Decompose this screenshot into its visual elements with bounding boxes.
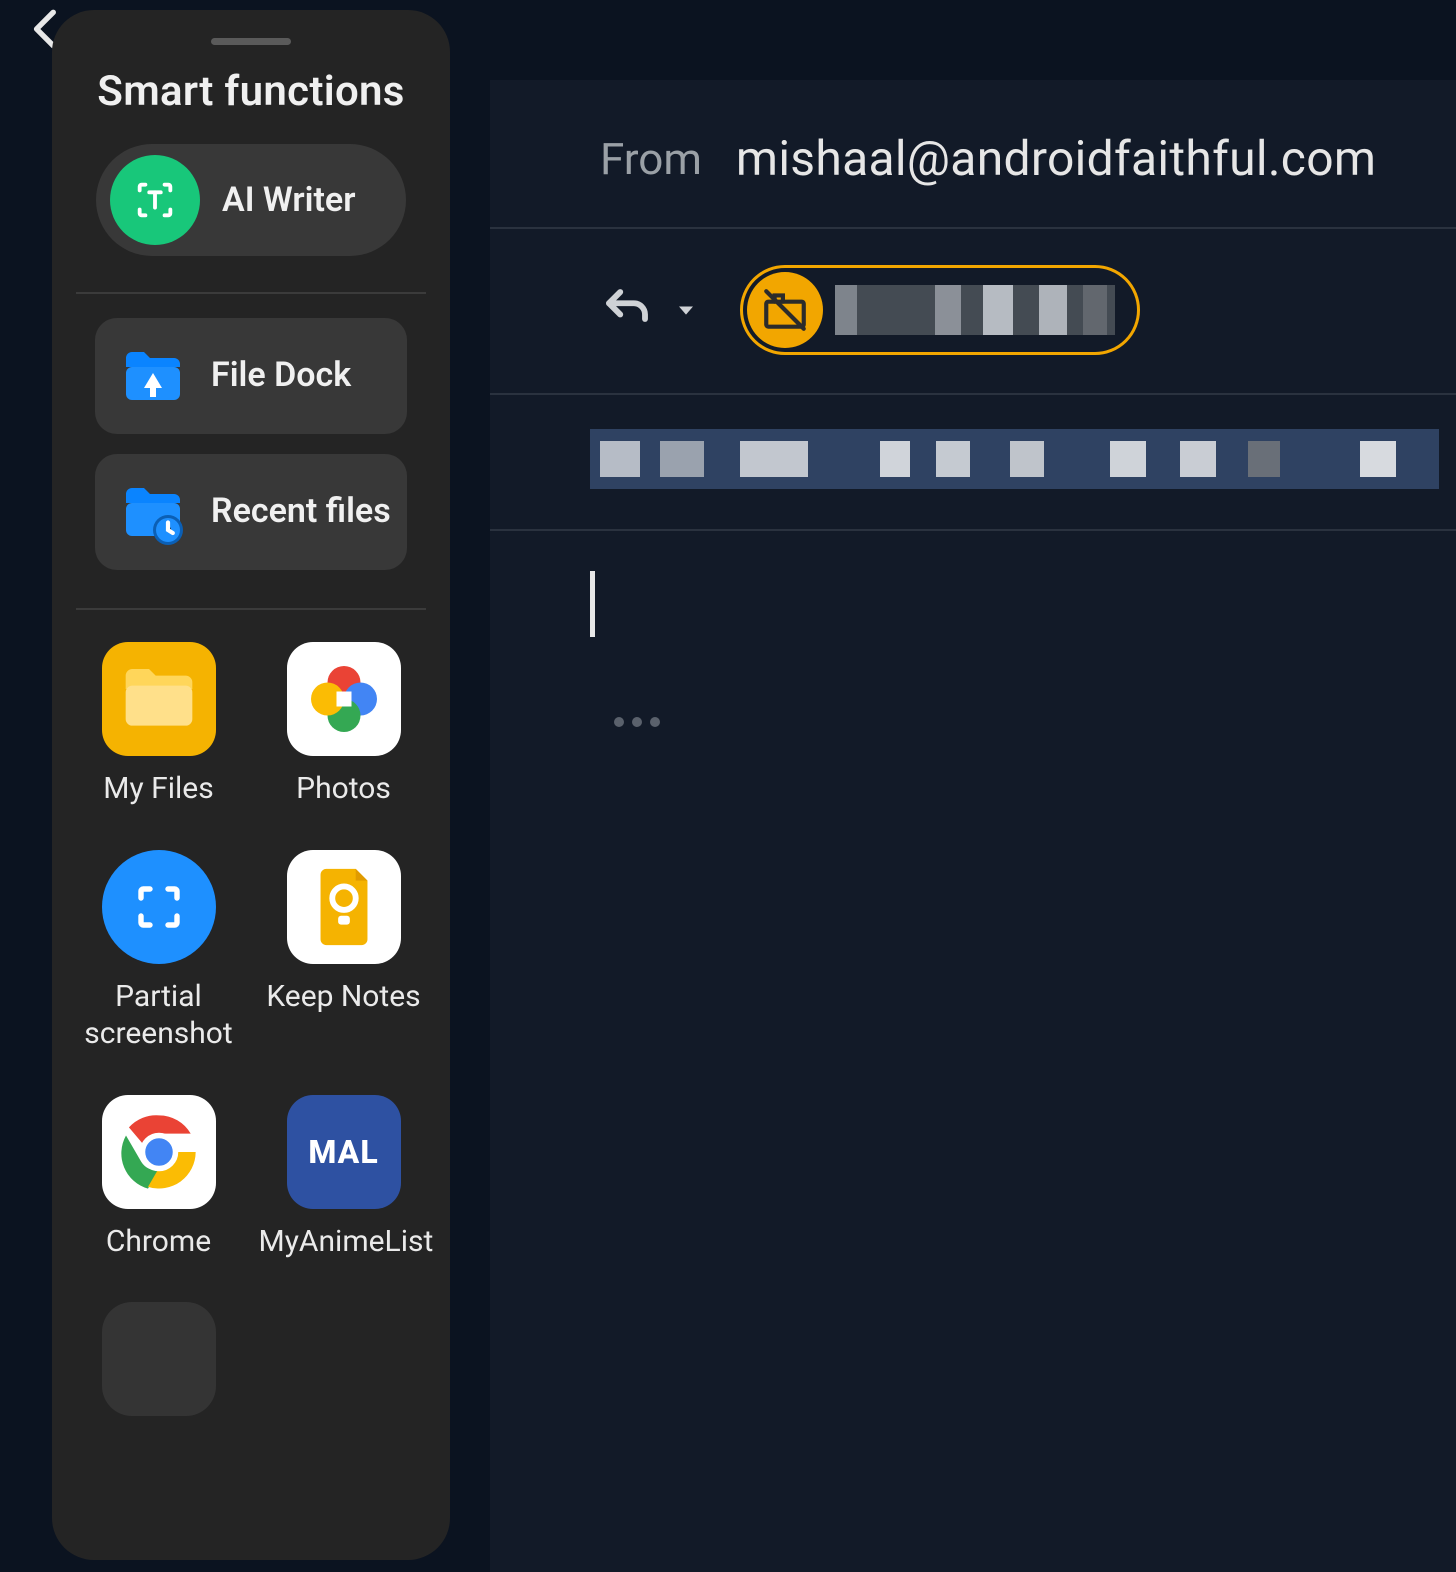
- ai-writer-label: AI Writer: [222, 180, 355, 220]
- subject-redacted: [590, 429, 1439, 489]
- recipient-avatar-icon: [747, 272, 823, 348]
- app-label: Partial screenshot: [74, 978, 244, 1053]
- app-myanimelist[interactable]: MAL MyAnimeList: [257, 1095, 430, 1261]
- divider: [76, 608, 426, 610]
- app-label: Chrome: [106, 1223, 211, 1261]
- from-label: From: [600, 133, 702, 185]
- reply-icon[interactable]: [600, 283, 654, 337]
- drag-handle[interactable]: [211, 38, 291, 45]
- app-label: My Files: [103, 770, 213, 808]
- recent-files-icon: [117, 476, 189, 548]
- app-keep-notes[interactable]: Keep Notes: [257, 850, 430, 1053]
- app-chrome[interactable]: Chrome: [72, 1095, 245, 1261]
- email-body[interactable]: [490, 531, 1456, 727]
- recipient-chip[interactable]: [740, 265, 1140, 355]
- folder-icon: [102, 1302, 216, 1416]
- partial-screenshot-icon: [102, 850, 216, 964]
- app-label: Photos: [296, 770, 391, 808]
- chrome-icon: [102, 1095, 216, 1209]
- from-value: mishaal@androidfaithful.com: [736, 130, 1376, 187]
- ai-writer-button[interactable]: AI Writer: [96, 144, 406, 256]
- recent-files-button[interactable]: Recent files: [95, 454, 407, 570]
- file-dock-button[interactable]: File Dock: [95, 318, 407, 434]
- dropdown-icon[interactable]: [672, 296, 700, 324]
- divider: [76, 292, 426, 294]
- app-partial-screenshot[interactable]: Partial screenshot: [72, 850, 245, 1053]
- app-label: MyAnimeList: [259, 1223, 429, 1261]
- my-files-icon: [102, 642, 216, 756]
- from-row[interactable]: From mishaal@androidfaithful.com: [490, 114, 1456, 229]
- show-trimmed-icon[interactable]: [614, 717, 1456, 727]
- app-my-files[interactable]: My Files: [72, 642, 245, 808]
- app-folder[interactable]: [72, 1302, 245, 1416]
- recent-files-label: Recent files: [211, 492, 391, 531]
- smart-functions-panel: Smart functions AI Writer File Dock: [52, 10, 450, 1560]
- panel-title: Smart functions: [72, 67, 430, 116]
- app-label: Keep Notes: [266, 978, 420, 1016]
- subject-row[interactable]: [490, 395, 1456, 531]
- ai-writer-icon: [110, 155, 200, 245]
- recipient-redacted: [835, 285, 1115, 335]
- file-dock-label: File Dock: [211, 356, 351, 395]
- text-cursor: [590, 571, 595, 637]
- file-dock-icon: [117, 340, 189, 412]
- app-photos[interactable]: Photos: [257, 642, 430, 808]
- myanimelist-icon: MAL: [287, 1095, 401, 1209]
- email-compose: From mishaal@androidfaithful.com: [490, 80, 1456, 1572]
- to-row[interactable]: [490, 229, 1456, 395]
- keep-notes-icon: [287, 850, 401, 964]
- app-grid: My Files Photos: [72, 642, 430, 1416]
- photos-icon: [287, 642, 401, 756]
